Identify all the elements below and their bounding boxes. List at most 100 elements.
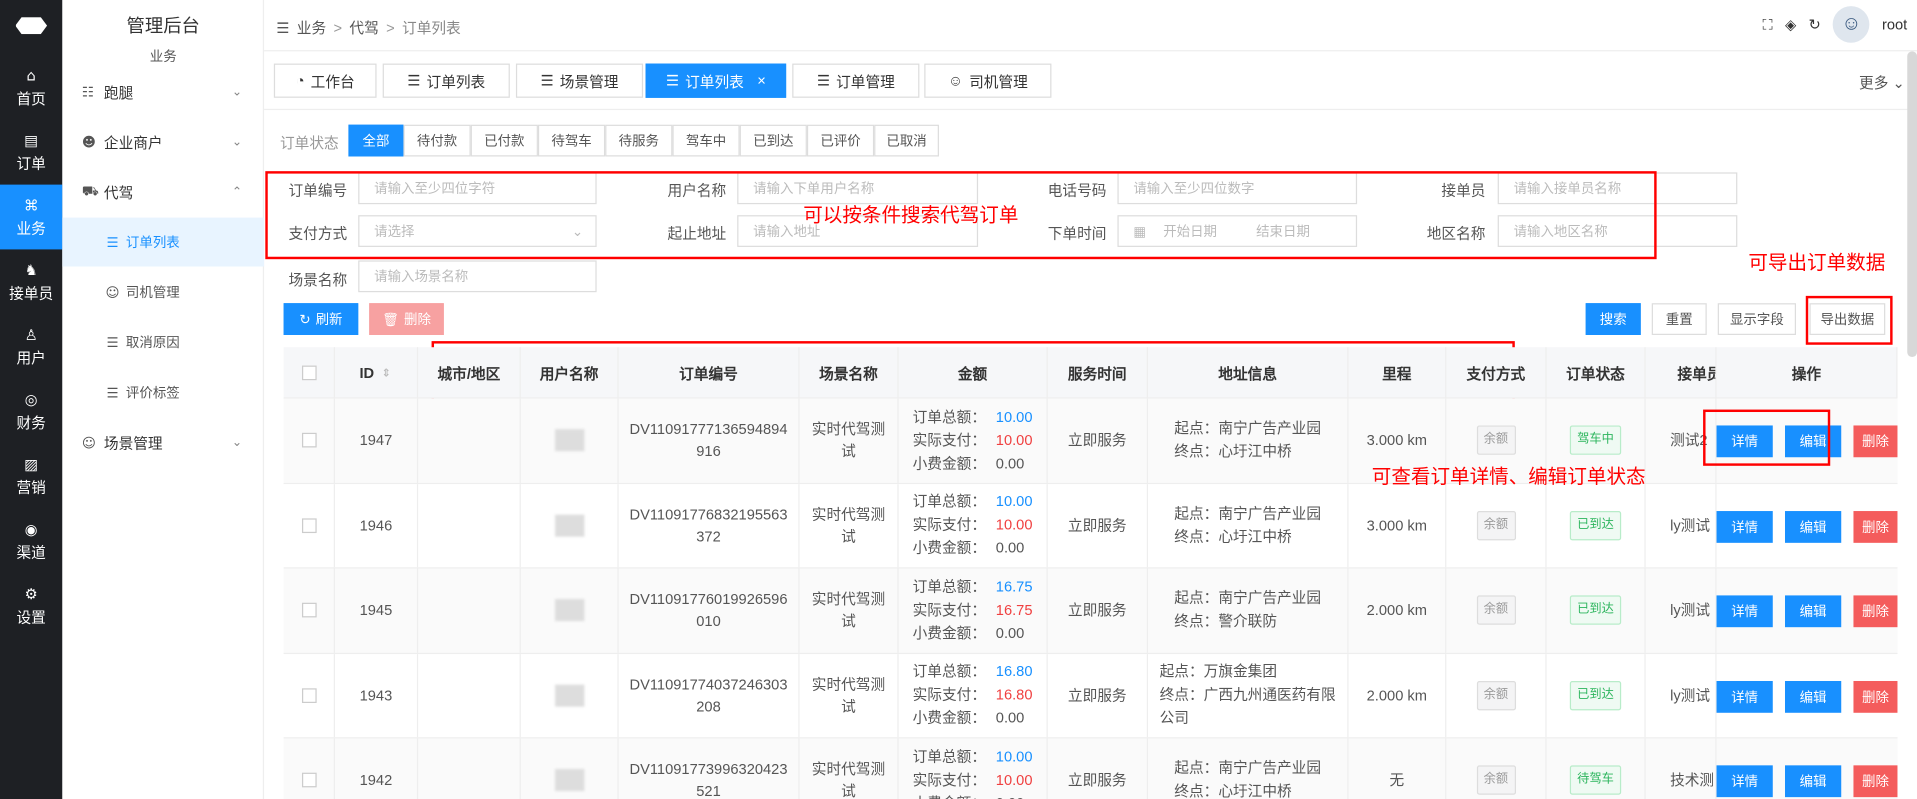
tab-order-management[interactable]: ☰ 订单管理 xyxy=(792,63,920,98)
rail-item-channel[interactable]: ◉ 渠道 xyxy=(0,509,62,574)
more-tabs-dropdown[interactable]: 更多 ⌄ xyxy=(1859,72,1905,93)
end-label: 终点： xyxy=(1174,782,1219,799)
row-actions: 详情 编辑 删除 xyxy=(1716,595,1898,628)
sidebar-item-errand[interactable]: ☷ 跑腿 ⌄ xyxy=(62,67,264,116)
row-checkbox[interactable] xyxy=(301,433,317,448)
cell-city xyxy=(418,398,521,483)
th-user: 用户名称 xyxy=(521,347,619,399)
rail-item-order[interactable]: ▤ 订单 xyxy=(0,120,62,185)
row-checkbox[interactable] xyxy=(301,772,317,788)
row-checkbox[interactable] xyxy=(301,603,317,618)
edit-button[interactable]: 编辑 xyxy=(1784,680,1842,713)
top-bar: ☰ 业务 > 代驾 > 订单列表 ⛶ ◈ ↻ ☺ root xyxy=(264,0,1917,52)
sort-icon[interactable]: ⇕ xyxy=(381,366,390,379)
status-arrived[interactable]: 已到达 xyxy=(739,124,807,157)
delete-row-button[interactable]: 删除 xyxy=(1853,510,1898,543)
th-status: 订单状态 xyxy=(1547,347,1646,399)
sidebar-item-cancel-reasons[interactable]: ☰ 取消原因 xyxy=(62,318,264,367)
fullscreen-icon[interactable]: ⛶ xyxy=(1763,15,1773,33)
rail-item-receiver[interactable]: ♞ 接单员 xyxy=(0,249,62,314)
user-name[interactable]: root xyxy=(1882,16,1907,33)
row-actions: 详情 编辑 删除 xyxy=(1716,680,1898,713)
delete-button[interactable]: 🗑 删除 xyxy=(369,303,444,335)
cell-mileage: 2.000 km xyxy=(1349,568,1447,653)
status-cancelled[interactable]: 已取消 xyxy=(874,124,939,157)
delete-label: 删除 xyxy=(404,312,431,328)
sidebar-item-scenes[interactable]: ☺ 场景管理 ⌄ xyxy=(62,418,264,467)
edit-button[interactable]: 编辑 xyxy=(1784,765,1842,798)
delete-row-button[interactable]: 删除 xyxy=(1853,765,1898,798)
tab-bar: ◔ 工作台 ☰ 订单列表 ☰ 场景管理 ☰ 订单列表 × ☰ 订单管理 ☺ 司机管理 更多 ⌄ xyxy=(264,51,1917,111)
delete-row-button[interactable]: 删除 xyxy=(1853,595,1898,628)
status-all[interactable]: 全部 xyxy=(348,124,404,157)
avatar[interactable]: ☺ xyxy=(1833,6,1870,43)
rail-item-home[interactable]: ⌂ 首页 xyxy=(0,55,62,120)
sidebar-item-review-tags[interactable]: ☰ 评价标签 xyxy=(62,368,264,417)
breadcrumb: ☰ 业务 > 代驾 > 订单列表 xyxy=(276,17,460,38)
breadcrumb-driving[interactable]: 代驾 xyxy=(349,17,378,38)
car-icon: ⛟ xyxy=(81,182,99,199)
rail-item-business[interactable]: ⌘ 业务 xyxy=(0,184,63,250)
rail-item-marketing[interactable]: ▨ 营销 xyxy=(0,444,62,509)
status-badge: 待驾车 xyxy=(1569,765,1622,795)
status-reviewed[interactable]: 已评价 xyxy=(806,124,875,157)
sidebar-item-drivers[interactable]: ☺ 司机管理 xyxy=(62,268,264,317)
cell-id: 1942 xyxy=(335,738,419,799)
edit-button[interactable]: 编辑 xyxy=(1784,510,1842,543)
start-value: 南宁广告产业园 xyxy=(1218,504,1322,522)
breadcrumb-business[interactable]: 业务 xyxy=(297,17,326,38)
scene-input[interactable]: 请输入场景名称 xyxy=(358,260,597,293)
tab-workbench[interactable]: ◔ 工作台 xyxy=(273,63,377,98)
rail-item-finance[interactable]: ◎ 财务 xyxy=(0,379,62,444)
th-id[interactable]: ID ⇕ xyxy=(335,347,419,399)
refresh-button[interactable]: ↻ 刷新 xyxy=(283,303,359,335)
detail-button[interactable]: 详情 xyxy=(1716,510,1773,543)
refresh-label: 刷新 xyxy=(315,312,343,328)
detail-button[interactable]: 详情 xyxy=(1716,765,1773,798)
tab-driver-management[interactable]: ☺ 司机管理 xyxy=(924,63,1052,98)
show-fields-button[interactable]: 显示字段 xyxy=(1717,303,1796,335)
cell-address: 起点：南宁广告产业园 终点：心圩江中桥 xyxy=(1148,483,1349,568)
sidebar-item-order-list[interactable]: ☰ 订单列表 xyxy=(62,217,265,267)
cell-city xyxy=(418,568,521,653)
chart-icon: ▨ xyxy=(24,455,39,473)
collapse-menu-icon[interactable]: ☰ xyxy=(276,19,289,36)
status-driving[interactable]: 驾车中 xyxy=(672,124,740,157)
delete-row-button[interactable]: 删除 xyxy=(1853,425,1898,458)
sidebar-item-merchant[interactable]: ☻ 企业商户 ⌄ xyxy=(62,117,264,166)
cell-service-time: 立即服务 xyxy=(1048,568,1149,653)
row-checkbox[interactable] xyxy=(301,518,317,533)
status-paid[interactable]: 已付款 xyxy=(470,124,538,157)
blurred-user-name xyxy=(554,769,584,792)
detail-button[interactable]: 详情 xyxy=(1716,680,1773,713)
vertical-scrollbar[interactable] xyxy=(1907,51,1917,357)
rail-label: 渠道 xyxy=(16,543,46,561)
breadcrumb-separator: > xyxy=(333,18,343,37)
tab-order-list-1[interactable]: ☰ 订单列表 xyxy=(382,63,510,98)
order-no-line2: 372 xyxy=(696,527,721,545)
detail-button[interactable]: 详情 xyxy=(1716,595,1773,628)
tab-order-list-active[interactable]: ☰ 订单列表 × xyxy=(645,63,787,98)
breadcrumb-separator: > xyxy=(386,18,395,37)
theme-icon[interactable]: ◈ xyxy=(1785,16,1796,33)
status-await-service[interactable]: 待服务 xyxy=(605,124,673,157)
total-label: 订单总额： xyxy=(912,662,987,681)
pay-method-tag: 余额 xyxy=(1476,510,1516,541)
export-button[interactable]: 导出数据 xyxy=(1809,303,1886,335)
select-all-checkbox[interactable] xyxy=(301,365,317,381)
delete-row-button[interactable]: 删除 xyxy=(1853,680,1898,713)
status-unpaid[interactable]: 待付款 xyxy=(403,124,471,157)
reset-button[interactable]: 重置 xyxy=(1651,303,1707,335)
rail-item-user[interactable]: ♙ 用户 xyxy=(0,314,62,379)
refresh-icon[interactable]: ↻ xyxy=(1809,16,1821,33)
tab-scene-management[interactable]: ☰ 场景管理 xyxy=(515,63,644,98)
row-checkbox[interactable] xyxy=(301,688,317,703)
edit-button[interactable]: 编辑 xyxy=(1784,595,1842,628)
rail-item-settings[interactable]: ⚙ 设置 xyxy=(0,573,62,638)
status-await-drive[interactable]: 待驾车 xyxy=(537,124,606,157)
sidebar-item-driving[interactable]: ⛟ 代驾 ⌃ xyxy=(62,167,264,216)
close-icon[interactable]: × xyxy=(757,72,766,89)
tab-label: 场景管理 xyxy=(559,72,619,90)
search-button[interactable]: 搜索 xyxy=(1585,303,1641,335)
tab-label: 订单列表 xyxy=(685,72,744,90)
